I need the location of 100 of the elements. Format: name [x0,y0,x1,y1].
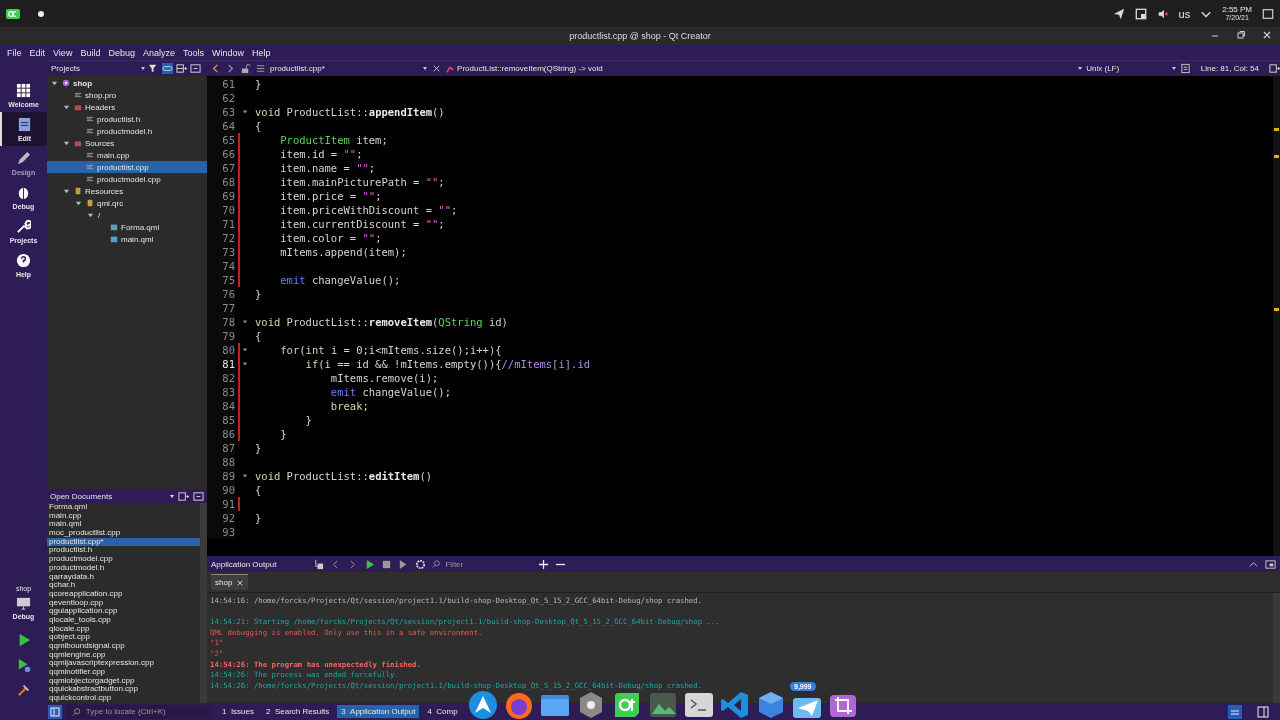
split-icon[interactable] [1269,63,1280,74]
link-icon[interactable] [162,63,173,74]
tree-item[interactable]: Sources [47,137,207,149]
document-item[interactable]: qqmljavascriptexpression.cpp [47,659,200,669]
qt-logo-icon[interactable] [612,690,642,720]
document-item[interactable]: qquickcontrol.cpp [47,694,200,703]
lock-icon[interactable] [240,63,252,74]
document-item[interactable]: productmodel.h [47,563,200,573]
code-editor-icon[interactable] [720,690,750,720]
note-icon[interactable] [1134,7,1147,20]
document-item[interactable]: qguiapplication.cpp [47,607,200,616]
tree-item[interactable]: Forma.qml [47,221,207,233]
document-item[interactable]: qqmlobjectorgadget.cpp [47,676,200,686]
maximize-icon[interactable] [1265,558,1276,570]
document-item[interactable]: qqmlengine.cpp [47,650,200,660]
document-item[interactable]: qqmlboundsignal.cpp [47,642,200,651]
tree-item[interactable]: Headers [47,101,207,113]
document-item[interactable]: qarraydata.h [47,572,200,582]
plus-icon[interactable] [538,558,549,570]
document-item[interactable]: productlist.h [47,546,200,556]
tree-item[interactable]: Resources [47,185,207,197]
speaker-muted-icon[interactable] [1156,7,1169,20]
progress-icon[interactable] [1228,704,1242,719]
tree-item[interactable]: main.cpp [47,149,207,161]
tree-item[interactable]: productmodel.cpp [47,173,207,185]
desktop-icon[interactable] [1262,7,1274,20]
fold-arrow-icon[interactable] [242,473,248,479]
dot-icon[interactable] [38,10,44,17]
tree-item[interactable]: productmodel.h [47,125,207,137]
line-ending-selector[interactable]: Unix (LF) [1086,64,1176,73]
output-pane-button[interactable]: 2 Search Results [262,705,334,718]
output-pane-button[interactable]: 3 Application Output [337,705,420,718]
split-icon[interactable] [178,490,189,502]
document-item[interactable]: moc_productlist.cpp [47,529,200,538]
close-pane-icon[interactable] [190,63,201,74]
document-icon[interactable] [1179,63,1191,74]
caret-icon[interactable] [63,103,70,111]
fold-arrow-icon[interactable] [242,109,248,115]
tree-item[interactable]: shop [47,77,207,89]
back-icon[interactable] [330,558,341,570]
output-pane-button[interactable]: 1 Issues [218,705,258,718]
stop-icon[interactable] [381,558,392,570]
document-item[interactable]: qeventloop.cpp [47,598,200,608]
document-item[interactable]: qcoreapplication.cpp [47,589,200,599]
document-item[interactable]: main.qml [47,520,200,530]
document-item[interactable]: qqmlnotifier.cpp [47,668,200,677]
scrollbar[interactable] [1273,593,1280,703]
tree-item[interactable]: productlist.h [47,113,207,125]
fold-arrow-icon[interactable] [242,361,248,367]
caret-icon[interactable] [51,79,58,87]
document-item[interactable]: Forma.qml [47,503,200,512]
document-item[interactable]: qquickabstractbutton.cpp [47,685,200,695]
settings-icon[interactable] [415,558,426,570]
monitor-icon[interactable] [648,690,678,720]
run-icon[interactable] [364,558,375,570]
output-pane-button[interactable]: 4 Comp [423,705,462,718]
document-item[interactable]: qchar.h [47,581,200,590]
tree-item[interactable]: productlist.cpp [47,161,207,173]
fold-arrow-icon[interactable] [242,347,248,353]
document-item[interactable]: qlocale_tools.cpp [47,615,200,625]
fox-browser-icon[interactable] [504,690,534,720]
document-selector[interactable]: productlist.cpp* [270,64,428,73]
symbol-selector[interactable]: ProductList::removeItem(QString) -> void [446,64,1083,73]
document-item[interactable]: qobject.cpp [47,633,200,642]
tree-item[interactable]: / [47,209,207,221]
menu-item[interactable]: Build [76,47,105,58]
sidebar-toggle-icon[interactable] [48,704,62,719]
document-item[interactable]: qlocale.cpp [47,624,200,634]
app-logo-icon[interactable] [6,8,20,19]
sidebar-view-selector[interactable]: Projects [47,64,145,73]
menu-item[interactable]: File [3,47,26,58]
file-icon[interactable] [255,63,267,74]
close-icon[interactable] [1262,30,1272,40]
sidebar-right-icon[interactable] [1256,704,1270,719]
menu-item[interactable]: Edit [25,47,50,58]
selector-arrows-icon[interactable] [170,494,174,498]
close-pane-icon[interactable] [193,490,204,502]
locator-box[interactable]: Type to locate (Ctrl+K) [66,704,212,719]
menu-item[interactable]: Help [248,47,275,58]
arch-logo-icon[interactable] [468,690,498,720]
menu-item[interactable]: Window [208,47,248,58]
tree-item[interactable]: main.qml [47,233,207,245]
restore-icon[interactable] [1236,30,1246,40]
split-icon[interactable] [176,63,187,74]
caret-icon[interactable] [63,139,70,147]
paper-plane-icon[interactable] [1112,7,1125,20]
close-icon[interactable] [236,578,245,587]
filter-field[interactable]: Filter [443,558,532,570]
menu-item[interactable]: Analyze [138,47,179,58]
forward-icon[interactable] [347,558,358,570]
cursor-position[interactable]: Line: 81, Col: 54 [1194,64,1265,73]
menu-item[interactable]: View [49,47,77,58]
document-item[interactable]: productmodel.cpp [47,555,200,564]
menu-item[interactable]: Debug [104,47,139,58]
output-tab[interactable]: shop [211,574,249,590]
tree-item[interactable]: shop.pro [47,89,207,101]
hammer-icon[interactable] [16,683,31,697]
keyboard-layout[interactable]: us [1178,7,1191,20]
step-icon[interactable] [398,558,409,570]
tree-item[interactable]: qml.qrc [47,197,207,209]
